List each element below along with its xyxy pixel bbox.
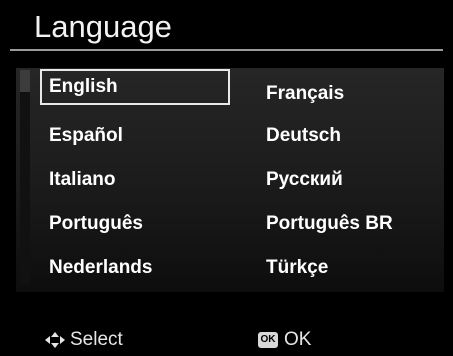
language-option-nederlands[interactable]: Nederlands	[40, 250, 230, 286]
title-bar: Language	[0, 0, 453, 56]
scrollbar-thumb[interactable]	[20, 70, 30, 92]
select-hint-label: Select	[70, 329, 123, 350]
ok-button-icon: OK	[258, 331, 278, 348]
ok-hint-label: OK	[284, 329, 312, 350]
ok-hint: OK OK	[258, 328, 311, 352]
language-option-portugues-br[interactable]: Português BR	[258, 206, 443, 242]
four-way-arrow-icon	[44, 331, 66, 349]
language-option-portugues[interactable]: Português	[40, 206, 230, 242]
language-option-espanol[interactable]: Español	[40, 118, 230, 154]
footer-hints: Select OK OK	[0, 316, 453, 350]
language-option-francais[interactable]: Français	[258, 76, 443, 112]
language-option-deutsch[interactable]: Deutsch	[258, 118, 443, 154]
select-hint: Select	[44, 328, 123, 352]
language-option-italiano[interactable]: Italiano	[40, 162, 230, 198]
language-option-turkce[interactable]: Türkçe	[258, 250, 443, 286]
title-divider	[10, 49, 443, 51]
language-option-english[interactable]: English	[40, 69, 230, 105]
scrollbar[interactable]	[20, 70, 30, 284]
language-option-russian[interactable]: Русский	[258, 162, 443, 198]
page-title: Language	[34, 9, 172, 44]
